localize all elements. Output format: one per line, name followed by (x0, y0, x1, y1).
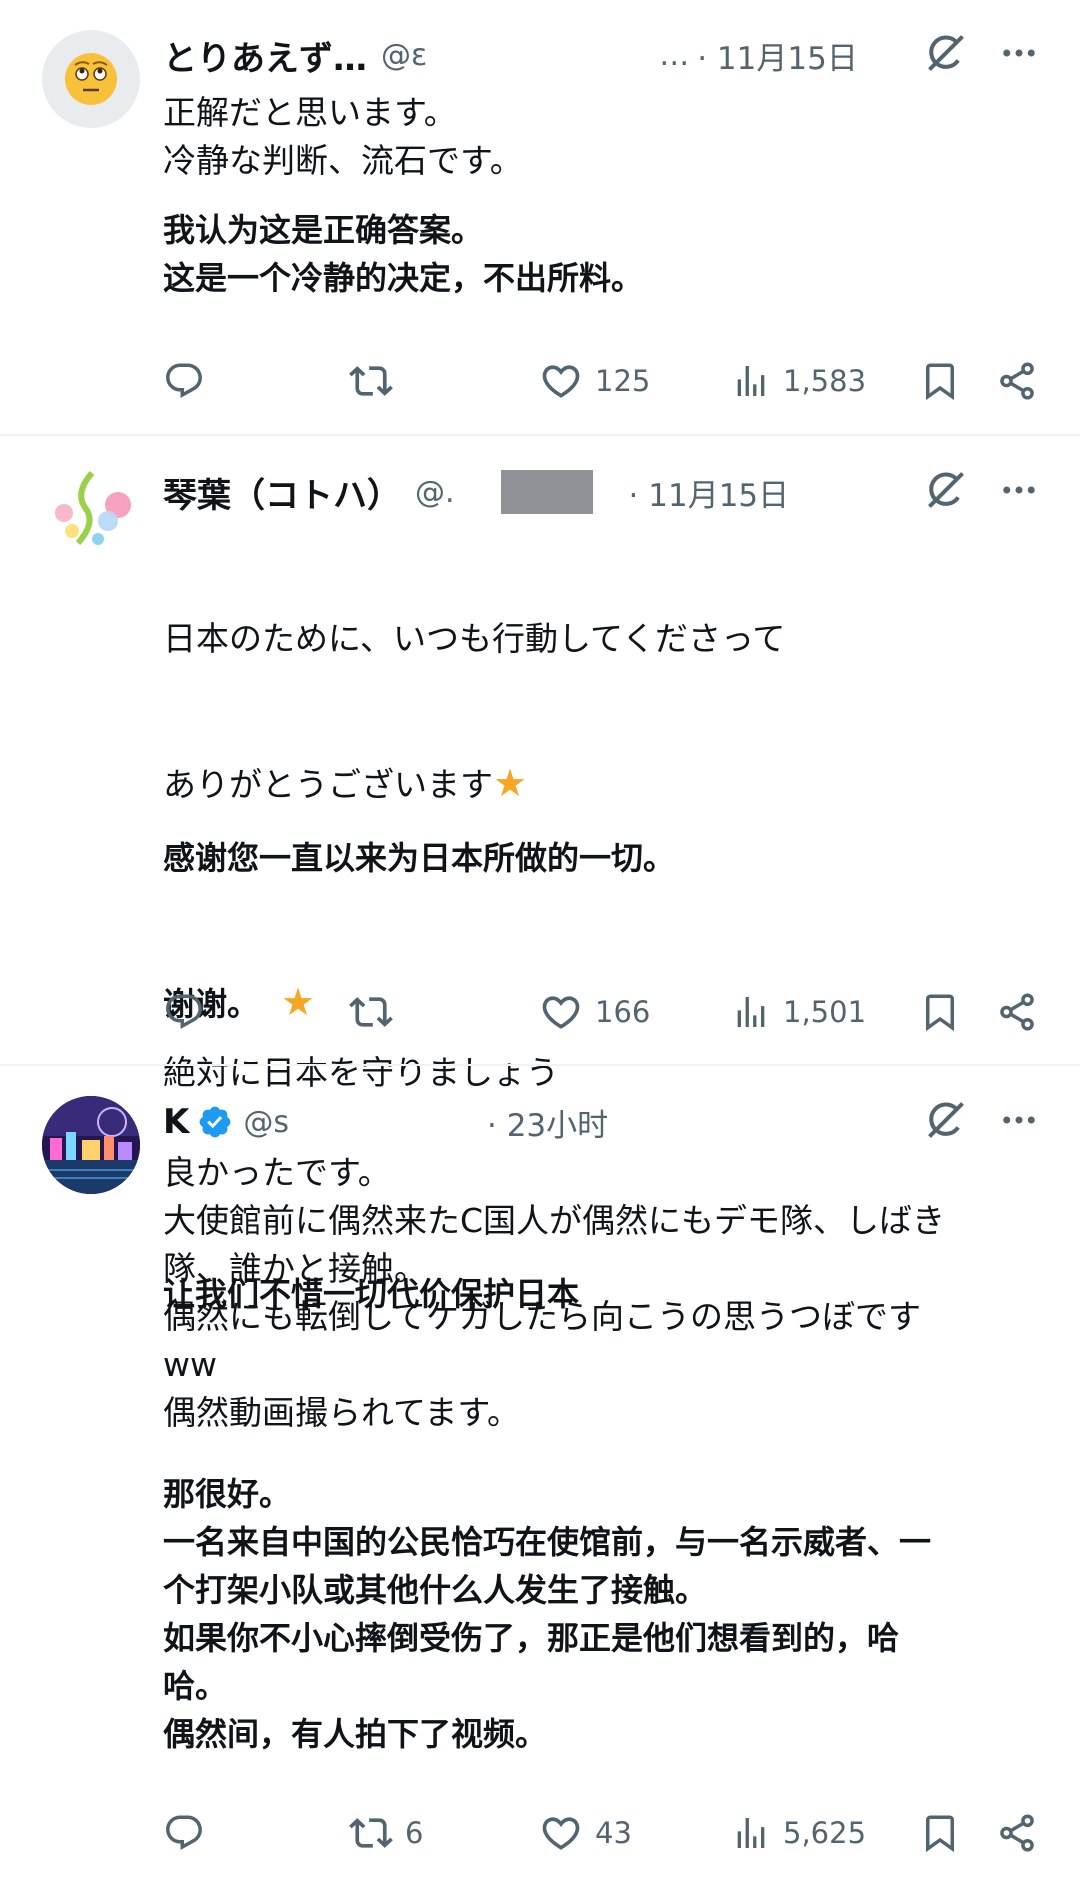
share-icon (996, 991, 1038, 1033)
redaction (454, 477, 491, 507)
views-count: 1,501 (783, 995, 867, 1029)
bookmark-icon (919, 991, 961, 1033)
timestamp[interactable]: · 23小时 (487, 1100, 608, 1145)
like-count: 43 (595, 1816, 632, 1850)
display-name[interactable]: とりあえず… (163, 31, 367, 80)
reply-button[interactable] (163, 1808, 217, 1858)
translation-line: 感谢您一直以来为日本所做的一切。 (163, 839, 676, 877)
like-icon (539, 359, 583, 403)
views-button[interactable]: 5,625 (731, 1808, 866, 1858)
user-handle[interactable]: @s (243, 1105, 289, 1140)
timestamp[interactable]: · 11月15日 (629, 470, 790, 515)
more-icon[interactable] (998, 32, 1040, 74)
like-count: 125 (595, 364, 651, 398)
reply-icon (163, 1812, 205, 1854)
reply-icon (163, 991, 205, 1033)
header-icons (924, 31, 1040, 75)
redaction (289, 1107, 479, 1137)
bookmark-icon (919, 360, 961, 402)
retweet-button[interactable] (349, 356, 405, 406)
views-count: 5,625 (783, 1816, 867, 1850)
translation-text: 那很好。 一名来自中国的公民恰巧在使馆前，与一名示威者、一 个打架小队或其他什么… (163, 1475, 932, 1753)
share-button[interactable] (996, 1808, 1038, 1858)
more-icon[interactable] (998, 469, 1040, 511)
views-icon (731, 1813, 771, 1853)
views-button[interactable]: 1,583 (731, 356, 866, 406)
tweet-header: とりあえず… @ε … · 11月15日 (163, 27, 1040, 83)
avatar[interactable] (42, 1096, 140, 1194)
grok-icon[interactable] (924, 1098, 968, 1142)
like-count: 166 (595, 995, 651, 1029)
views-icon (731, 992, 771, 1032)
display-name[interactable]: K (163, 1102, 189, 1142)
views-icon (731, 361, 771, 401)
action-bar: 125 1,583 (163, 356, 1043, 406)
retweet-count: 6 (405, 1816, 424, 1850)
reply-button[interactable] (163, 987, 217, 1037)
retweet-button[interactable]: 6 (349, 1808, 423, 1858)
timestamp[interactable]: · 11月15日 (697, 33, 858, 78)
share-button[interactable] (996, 356, 1038, 406)
like-button[interactable]: 125 (539, 356, 650, 406)
action-bar: 6 43 5,625 (163, 1808, 1043, 1858)
tweet-header: K @s · 23小时 (163, 1094, 1040, 1150)
avatar[interactable] (42, 463, 140, 561)
verified-icon (197, 1104, 233, 1140)
user-handle-tail: … (659, 37, 690, 73)
grok-icon[interactable] (924, 468, 968, 512)
avatar-illustration (55, 470, 131, 546)
share-icon (996, 360, 1038, 402)
views-button[interactable]: 1,501 (731, 987, 866, 1037)
avatar[interactable] (42, 30, 140, 128)
more-icon[interactable] (998, 1099, 1040, 1141)
share-icon (996, 1812, 1038, 1854)
share-button[interactable] (996, 987, 1038, 1037)
like-icon (539, 990, 583, 1034)
user-handle[interactable]: @ε (381, 38, 427, 73)
bookmark-button[interactable] (919, 987, 961, 1037)
redaction (427, 40, 660, 70)
face-emoji-icon (65, 53, 117, 105)
avatar-city-night-image (42, 1096, 140, 1194)
retweet-icon (349, 990, 393, 1034)
display-name[interactable]: 琴葉（コトハ） (163, 468, 401, 517)
like-button[interactable]: 43 (539, 1808, 632, 1858)
like-icon (539, 1811, 583, 1855)
tweet-2[interactable]: 琴葉（コトハ） @. · 11月15日 日本のために、いつも行動してくださって … (0, 436, 1080, 1313)
tweet-header: 琴葉（コトハ） @. · 11月15日 (163, 464, 1040, 520)
bookmark-icon (919, 1812, 961, 1854)
retweet-button[interactable] (349, 987, 405, 1037)
redaction-block (500, 470, 593, 514)
tweet-text: 良かったです。 大使館前に偶然来たC国人が偶然にもデモ隊、しばき 隊、誰かと接触… (163, 1153, 946, 1432)
like-button[interactable]: 166 (539, 987, 650, 1037)
bookmark-button[interactable] (919, 356, 961, 406)
user-handle[interactable]: @. (415, 475, 455, 510)
tweet-3[interactable]: K @s · 23小时 良かったです。 大使館前に偶然来たC国人が偶然にもデモ隊… (0, 1066, 1080, 1896)
translation-text: 我认为这是正确答案。 这是一个冷静的决定，不出所料。 (163, 211, 644, 297)
views-count: 1,583 (783, 364, 867, 398)
tweet-1[interactable]: とりあえず… @ε … · 11月15日 正解だと思います。 冷静な判断、流石で… (0, 0, 1080, 434)
retweet-icon (349, 1811, 393, 1855)
tweet-text-line: 日本のために、いつも行動してくださって (163, 619, 786, 658)
action-bar: 166 1,501 (163, 987, 1043, 1037)
header-icons (924, 1098, 1040, 1142)
tweet-text: 正解だと思います。 冷静な判断、流石です。 (163, 93, 523, 180)
reply-icon (163, 360, 205, 402)
reply-button[interactable] (163, 356, 217, 406)
grok-icon[interactable] (924, 31, 968, 75)
header-icons (924, 468, 1040, 512)
bookmark-button[interactable] (919, 1808, 961, 1858)
retweet-icon (349, 359, 393, 403)
